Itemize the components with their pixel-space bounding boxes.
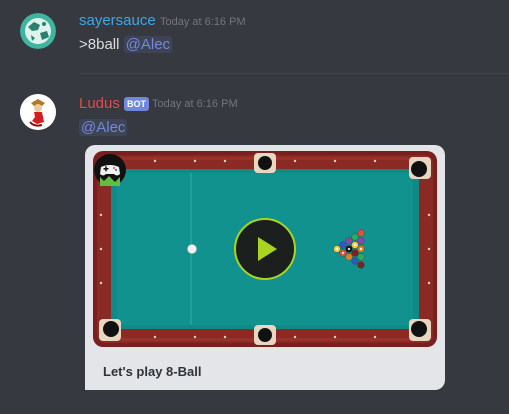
avatar-jester-icon bbox=[20, 94, 56, 130]
embed-caption: Let's play 8-Ball bbox=[103, 364, 202, 379]
message-content: @Alec bbox=[79, 119, 128, 136]
timestamp: Today at 6:16 PM bbox=[160, 16, 246, 28]
mention-alec[interactable]: @Alec bbox=[79, 119, 128, 136]
play-icon[interactable] bbox=[234, 218, 296, 280]
username[interactable]: Ludus bbox=[79, 95, 120, 112]
cue-ball bbox=[187, 244, 197, 254]
message-text: >8ball bbox=[79, 36, 120, 53]
mention-alec[interactable]: @Alec bbox=[123, 36, 173, 53]
gamepad-icon bbox=[94, 154, 126, 186]
avatar-globe-icon bbox=[20, 13, 56, 49]
message-content: >8ball @Alec bbox=[79, 36, 173, 53]
game-embed[interactable]: Let's play 8-Ball bbox=[85, 145, 445, 390]
bot-tag: BOT bbox=[124, 97, 149, 111]
message-sayersauce: sayersauce Today at 6:16 PM >8ball @Alec bbox=[0, 0, 509, 73]
avatar-ludus[interactable] bbox=[20, 94, 56, 130]
username[interactable]: sayersauce bbox=[79, 12, 156, 29]
avatar-sayersauce[interactable] bbox=[20, 13, 56, 49]
timestamp: Today at 6:16 PM bbox=[152, 98, 238, 110]
